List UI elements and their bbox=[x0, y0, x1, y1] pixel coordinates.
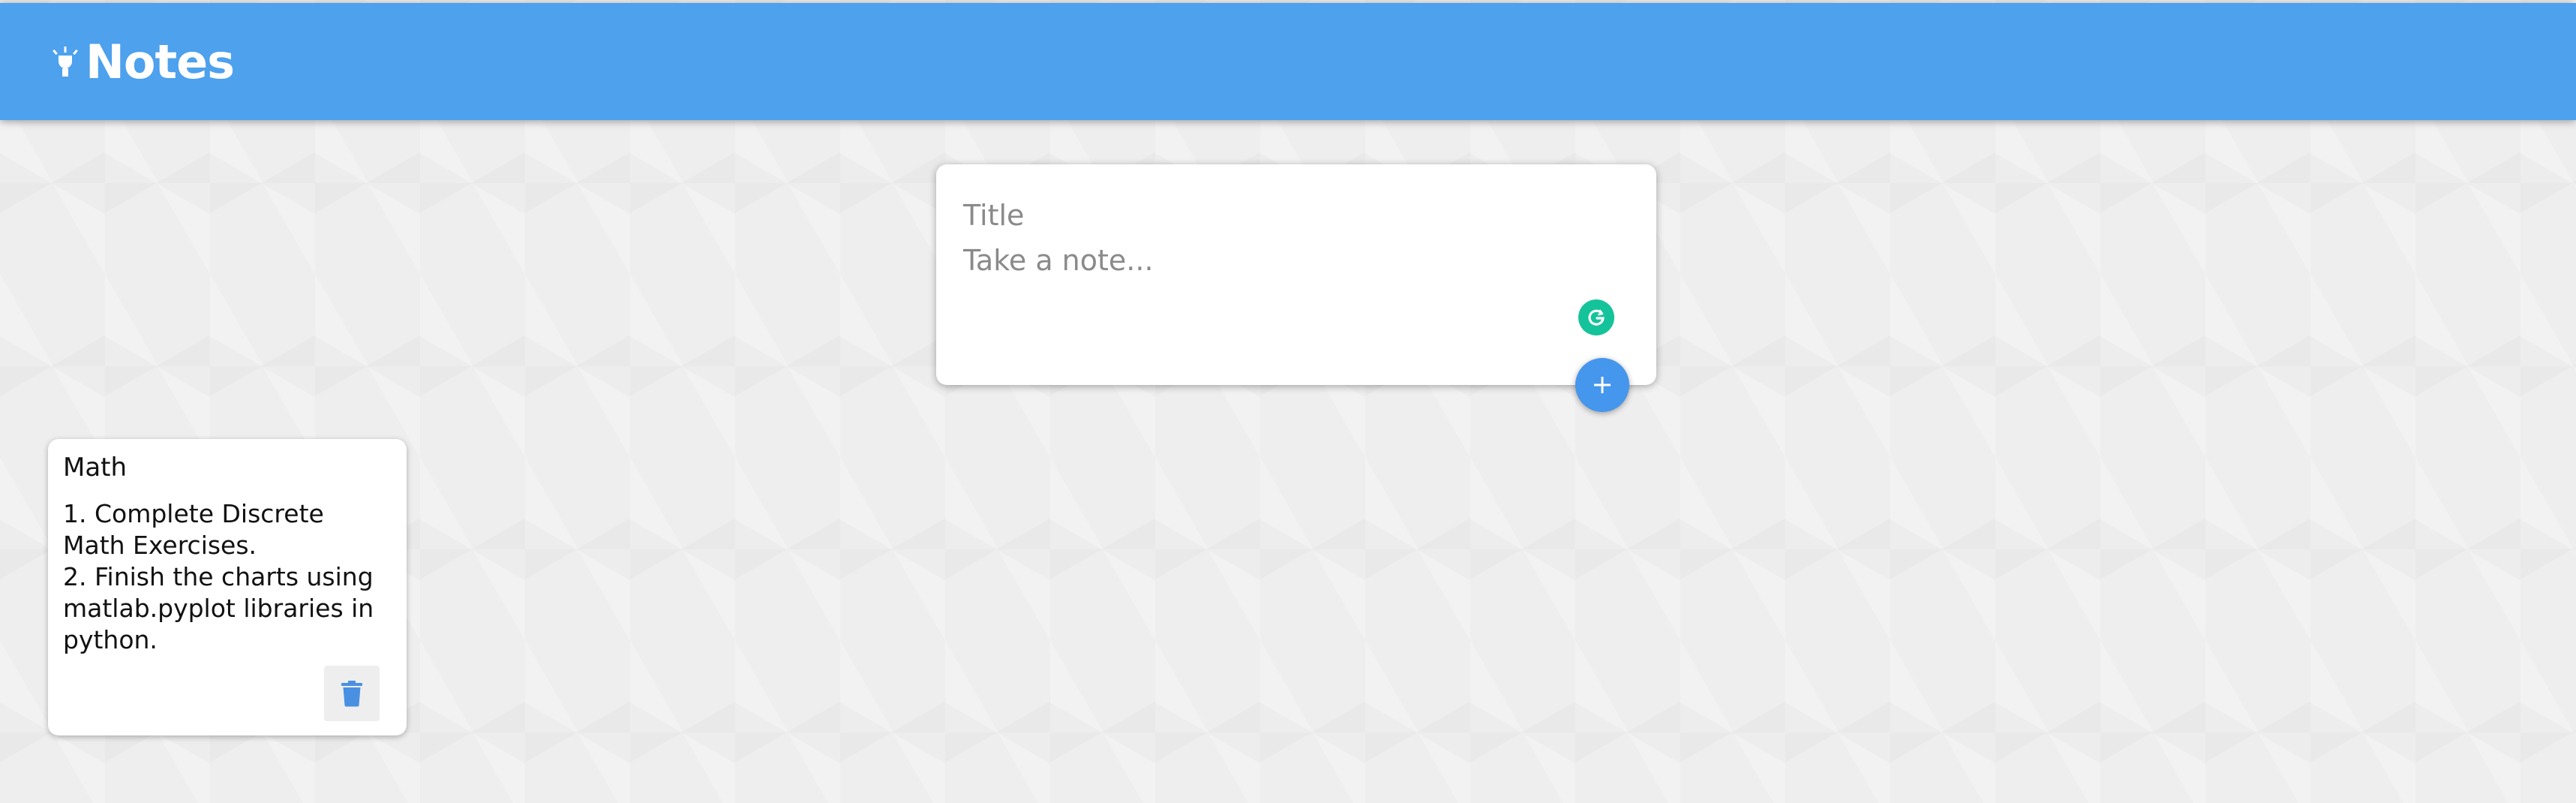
plus-icon bbox=[1591, 374, 1614, 396]
grammarly-icon[interactable] bbox=[1578, 299, 1614, 335]
note-card-title: Math bbox=[63, 453, 128, 483]
app-header: Notes bbox=[0, 3, 2576, 120]
note-card: Math 1. Complete Discrete Math Exercises… bbox=[48, 439, 407, 735]
note-content-input[interactable] bbox=[963, 244, 1623, 286]
lightbulb-icon bbox=[50, 44, 81, 80]
brand: Notes bbox=[50, 34, 235, 89]
app-title: Notes bbox=[86, 34, 235, 89]
note-title-input[interactable] bbox=[963, 194, 1623, 236]
create-note-form bbox=[936, 164, 1656, 412]
delete-note-button[interactable] bbox=[324, 666, 380, 721]
trash-icon bbox=[340, 680, 364, 707]
add-note-button[interactable] bbox=[1575, 358, 1629, 412]
note-card-content: 1. Complete Discrete Math Exercises. 2. … bbox=[63, 498, 374, 654]
